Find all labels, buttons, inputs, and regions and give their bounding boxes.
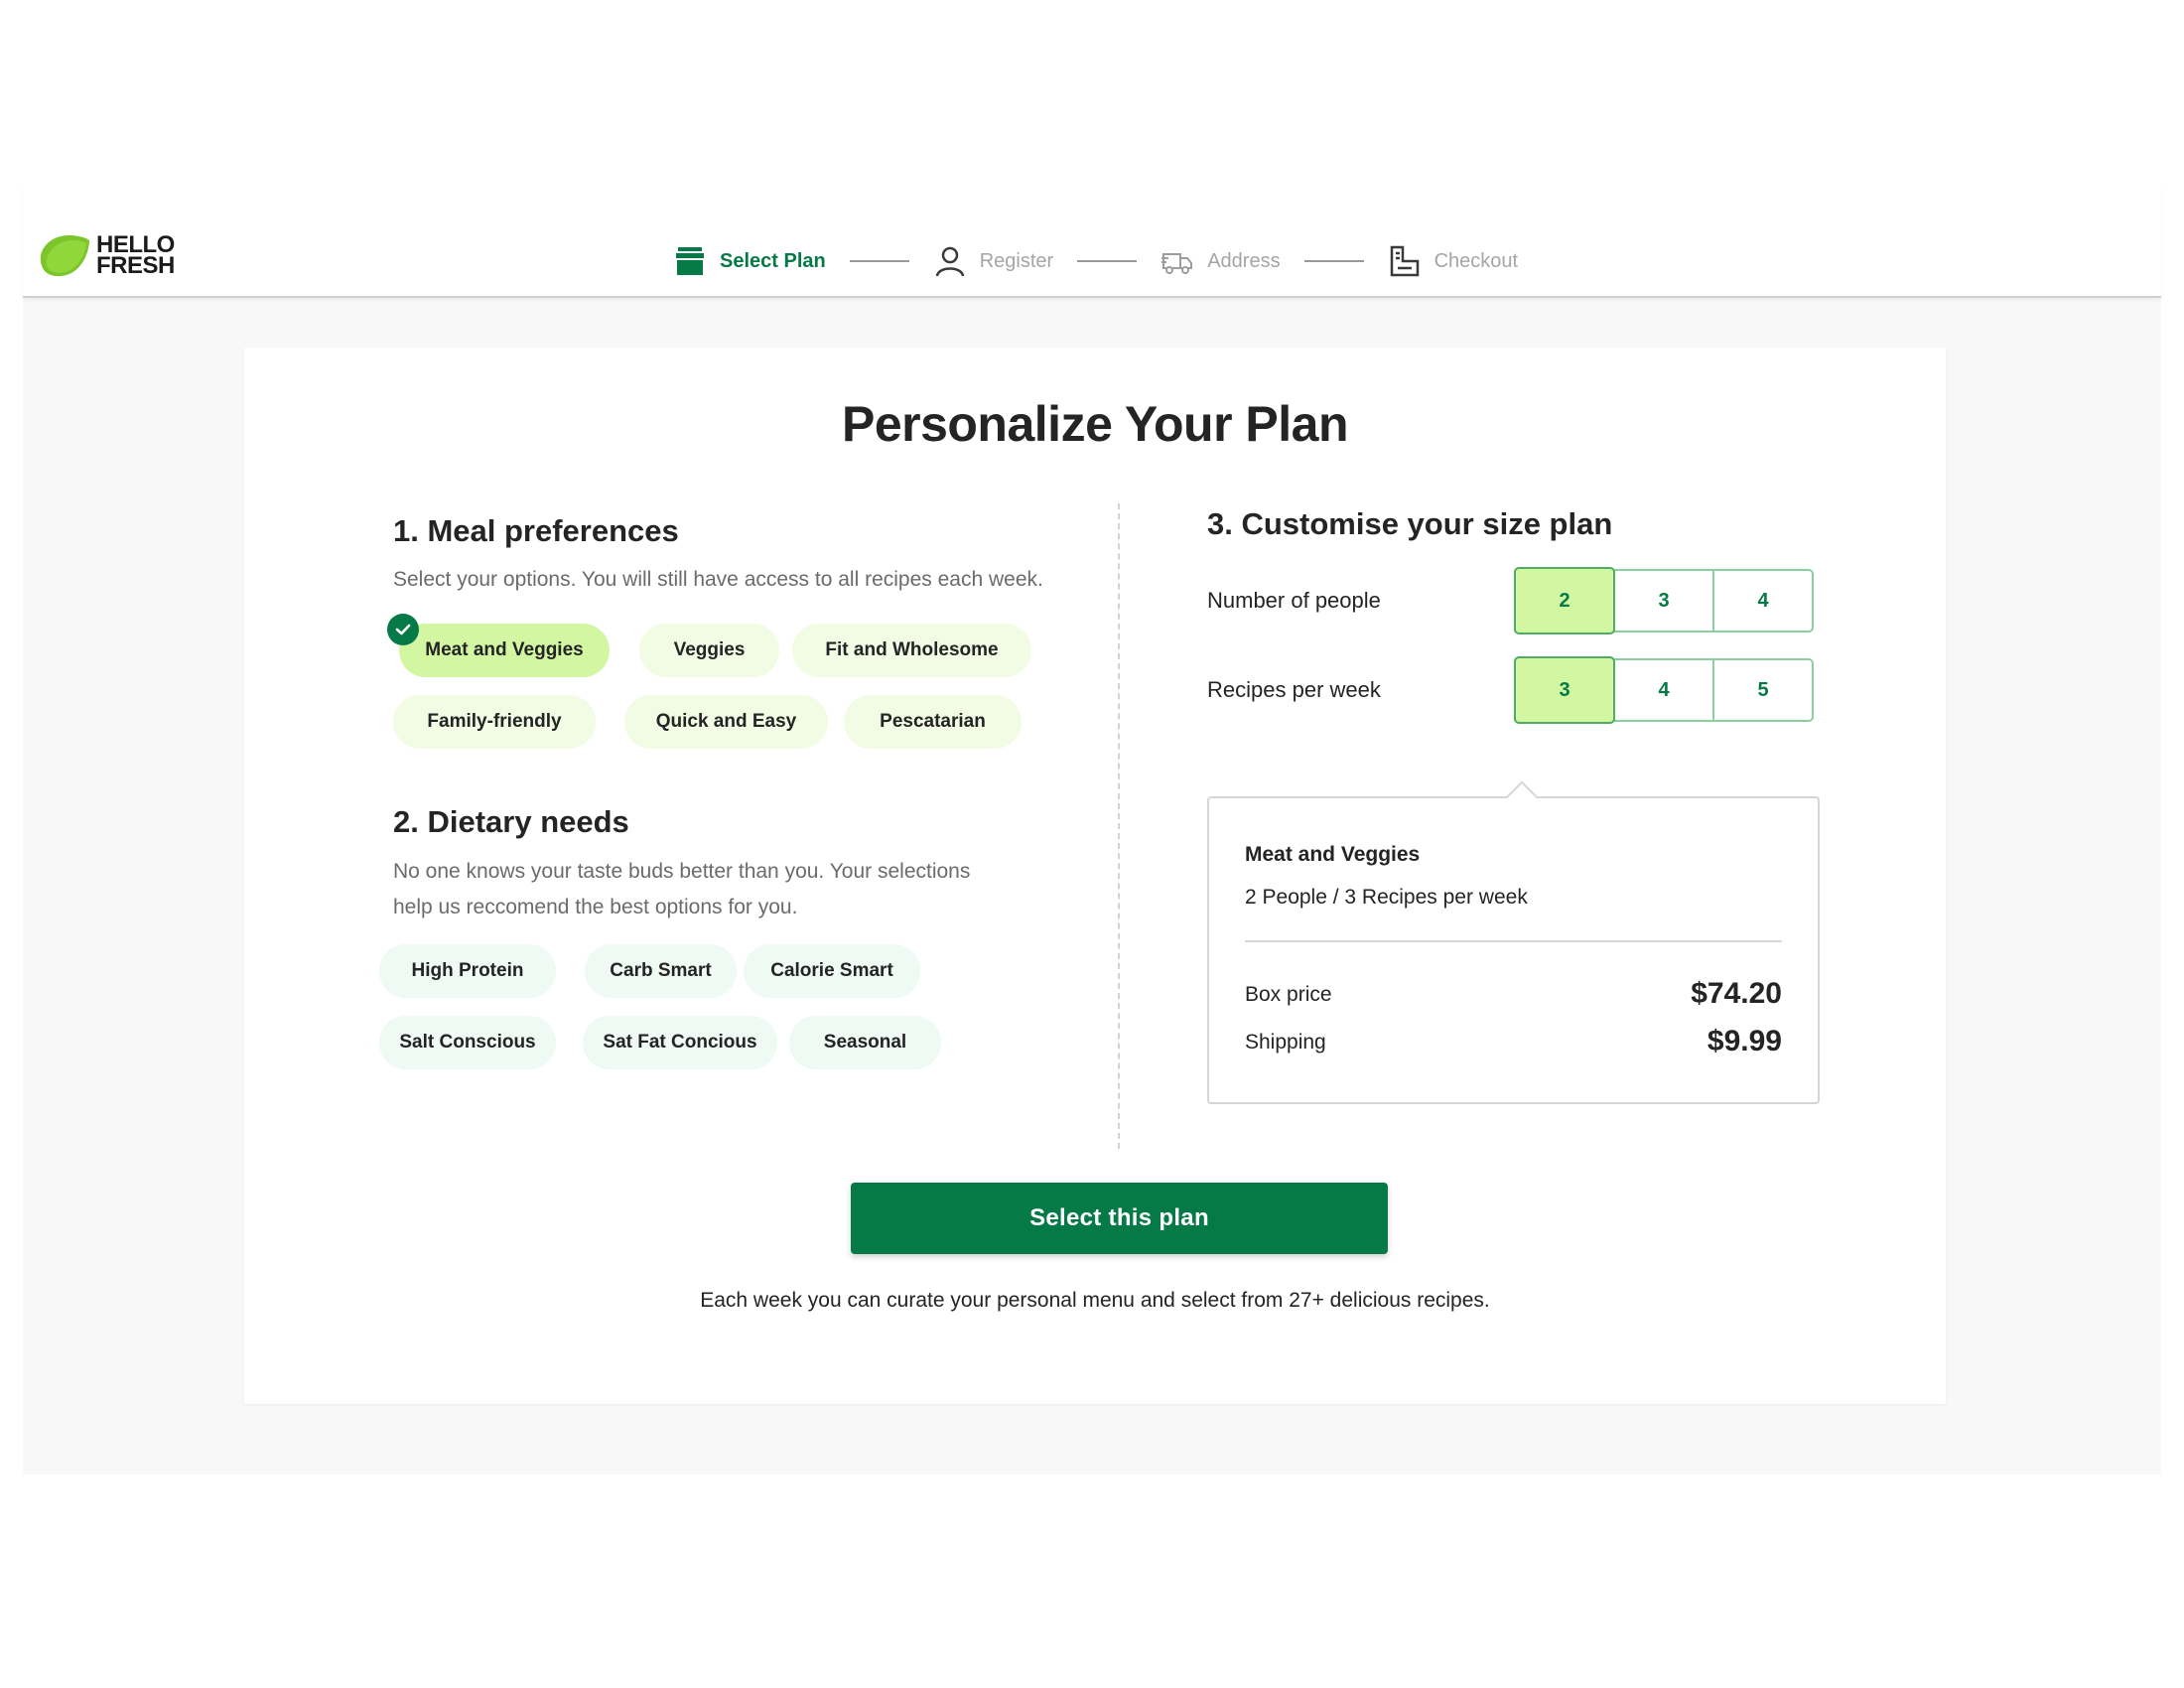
box-price-value: $74.20 bbox=[1691, 977, 1782, 1010]
diet-option-high-protein[interactable]: High Protein bbox=[379, 944, 556, 998]
column-divider bbox=[1118, 503, 1120, 1149]
meal-option-fit-and-wholesome[interactable]: Fit and Wholesome bbox=[792, 624, 1031, 677]
diet-option-calorie-smart[interactable]: Calorie Smart bbox=[744, 944, 920, 998]
logo-wordmark: HELLO FRESH bbox=[96, 233, 175, 279]
diet-option-seasonal[interactable]: Seasonal bbox=[789, 1016, 941, 1069]
box-price-label: Box price bbox=[1245, 983, 1332, 1006]
plan-card: Personalize Your Plan 1. Meal preference… bbox=[244, 348, 1946, 1404]
number-of-people-label: Number of people bbox=[1207, 588, 1381, 613]
recipes-per-week-label: Recipes per week bbox=[1207, 677, 1381, 702]
diet-option-carb-smart[interactable]: Carb Smart bbox=[585, 944, 737, 998]
step-checkout[interactable]: Checkout bbox=[1388, 244, 1519, 278]
lime-logo-icon bbox=[40, 235, 90, 277]
checkout-icon bbox=[1390, 245, 1419, 277]
chip-label: Seasonal bbox=[823, 1032, 907, 1053]
recipes-option-3[interactable]: 3 bbox=[1514, 656, 1615, 724]
diet-option-salt-conscious[interactable]: Salt Conscious bbox=[379, 1016, 556, 1069]
people-option-3[interactable]: 3 bbox=[1613, 569, 1714, 633]
step-select-plan[interactable]: Select Plan bbox=[673, 244, 826, 278]
plan-summary-box: Meat and Veggies 2 People / 3 Recipes pe… bbox=[1207, 780, 1820, 1104]
shipping-value: $9.99 bbox=[1706, 1025, 1782, 1057]
meal-option-pescatarian[interactable]: Pescatarian bbox=[844, 695, 1022, 749]
step-address[interactable]: Address bbox=[1160, 244, 1281, 278]
subtitle-line: No one knows your taste buds better than… bbox=[393, 860, 971, 883]
chip-label: Veggies bbox=[673, 639, 746, 660]
diet-option-sat-fat-concious[interactable]: Sat Fat Concious bbox=[583, 1016, 777, 1069]
truck-icon bbox=[1161, 253, 1193, 274]
chip-label: High Protein bbox=[411, 960, 524, 981]
hellofresh-logo[interactable]: HELLO FRESH bbox=[37, 231, 175, 279]
meal-option-meat-and-veggies[interactable]: Meat and Veggies bbox=[387, 614, 610, 677]
chip-label: Salt Conscious bbox=[399, 1032, 536, 1053]
box-icon bbox=[676, 247, 704, 275]
step-label: Select Plan bbox=[720, 249, 826, 272]
shipping-label: Shipping bbox=[1245, 1031, 1326, 1054]
subtitle-line: help us reccomend the best options for y… bbox=[393, 896, 798, 918]
top-navigation-bar: HELLO FRESH Select Plan Register Address… bbox=[23, 186, 2161, 298]
summary-plan-name: Meat and Veggies bbox=[1245, 843, 1421, 866]
step-label: Register bbox=[979, 249, 1054, 272]
user-icon bbox=[935, 246, 964, 277]
summary-pointer bbox=[1506, 780, 1538, 812]
recipes-option-4[interactable]: 4 bbox=[1613, 658, 1714, 722]
recipes-footnote: Each week you can curate your personal m… bbox=[700, 1289, 1490, 1312]
chip-label: Quick and Easy bbox=[655, 711, 797, 732]
step-connector bbox=[849, 260, 909, 262]
page-title: Personalize Your Plan bbox=[841, 396, 1349, 452]
dietary-needs-heading: 2. Dietary needs bbox=[393, 804, 629, 839]
chip-label: Pescatarian bbox=[880, 711, 986, 732]
logo-line-2: FRESH bbox=[96, 252, 175, 279]
size-plan-heading: 3. Customise your size plan bbox=[1207, 506, 1613, 541]
people-option-2[interactable]: 2 bbox=[1514, 567, 1615, 634]
step-connector bbox=[1303, 260, 1364, 262]
meal-preferences-subtitle: Select your options. You will still have… bbox=[393, 568, 1043, 591]
meal-option-quick-and-easy[interactable]: Quick and Easy bbox=[624, 695, 828, 749]
chip-label: Carb Smart bbox=[610, 960, 712, 981]
checkout-progress-steps: Select Plan Register Address Checkout bbox=[673, 237, 1518, 285]
meal-option-veggies[interactable]: Veggies bbox=[639, 624, 779, 677]
app-window: HELLO FRESH Select Plan Register Address… bbox=[23, 186, 2161, 1475]
dietary-needs-subtitle: No one knows your taste buds better than… bbox=[393, 854, 970, 925]
select-plan-button[interactable]: Select this plan bbox=[851, 1183, 1388, 1254]
step-label: Address bbox=[1207, 249, 1281, 272]
check-icon bbox=[387, 614, 419, 645]
recipes-option-5[interactable]: 5 bbox=[1712, 658, 1814, 722]
summary-divider bbox=[1245, 940, 1782, 942]
meal-preferences-heading: 1. Meal preferences bbox=[393, 513, 679, 548]
number-of-people-selector: 2 3 4 bbox=[1514, 567, 1814, 634]
chip-label: Calorie Smart bbox=[770, 960, 893, 981]
chip-label: Meat and Veggies bbox=[425, 639, 584, 660]
chip-label: Sat Fat Concious bbox=[603, 1032, 757, 1053]
people-option-4[interactable]: 4 bbox=[1712, 569, 1814, 633]
chip-label: Family-friendly bbox=[427, 711, 562, 732]
step-label: Checkout bbox=[1433, 249, 1519, 272]
step-register[interactable]: Register bbox=[933, 244, 1053, 278]
summary-plan-detail: 2 People / 3 Recipes per week bbox=[1245, 886, 1528, 909]
recipes-per-week-selector: 3 4 5 bbox=[1514, 656, 1814, 724]
chip-label: Fit and Wholesome bbox=[825, 639, 999, 660]
meal-option-family-friendly[interactable]: Family-friendly bbox=[393, 695, 596, 749]
step-connector bbox=[1077, 260, 1138, 262]
